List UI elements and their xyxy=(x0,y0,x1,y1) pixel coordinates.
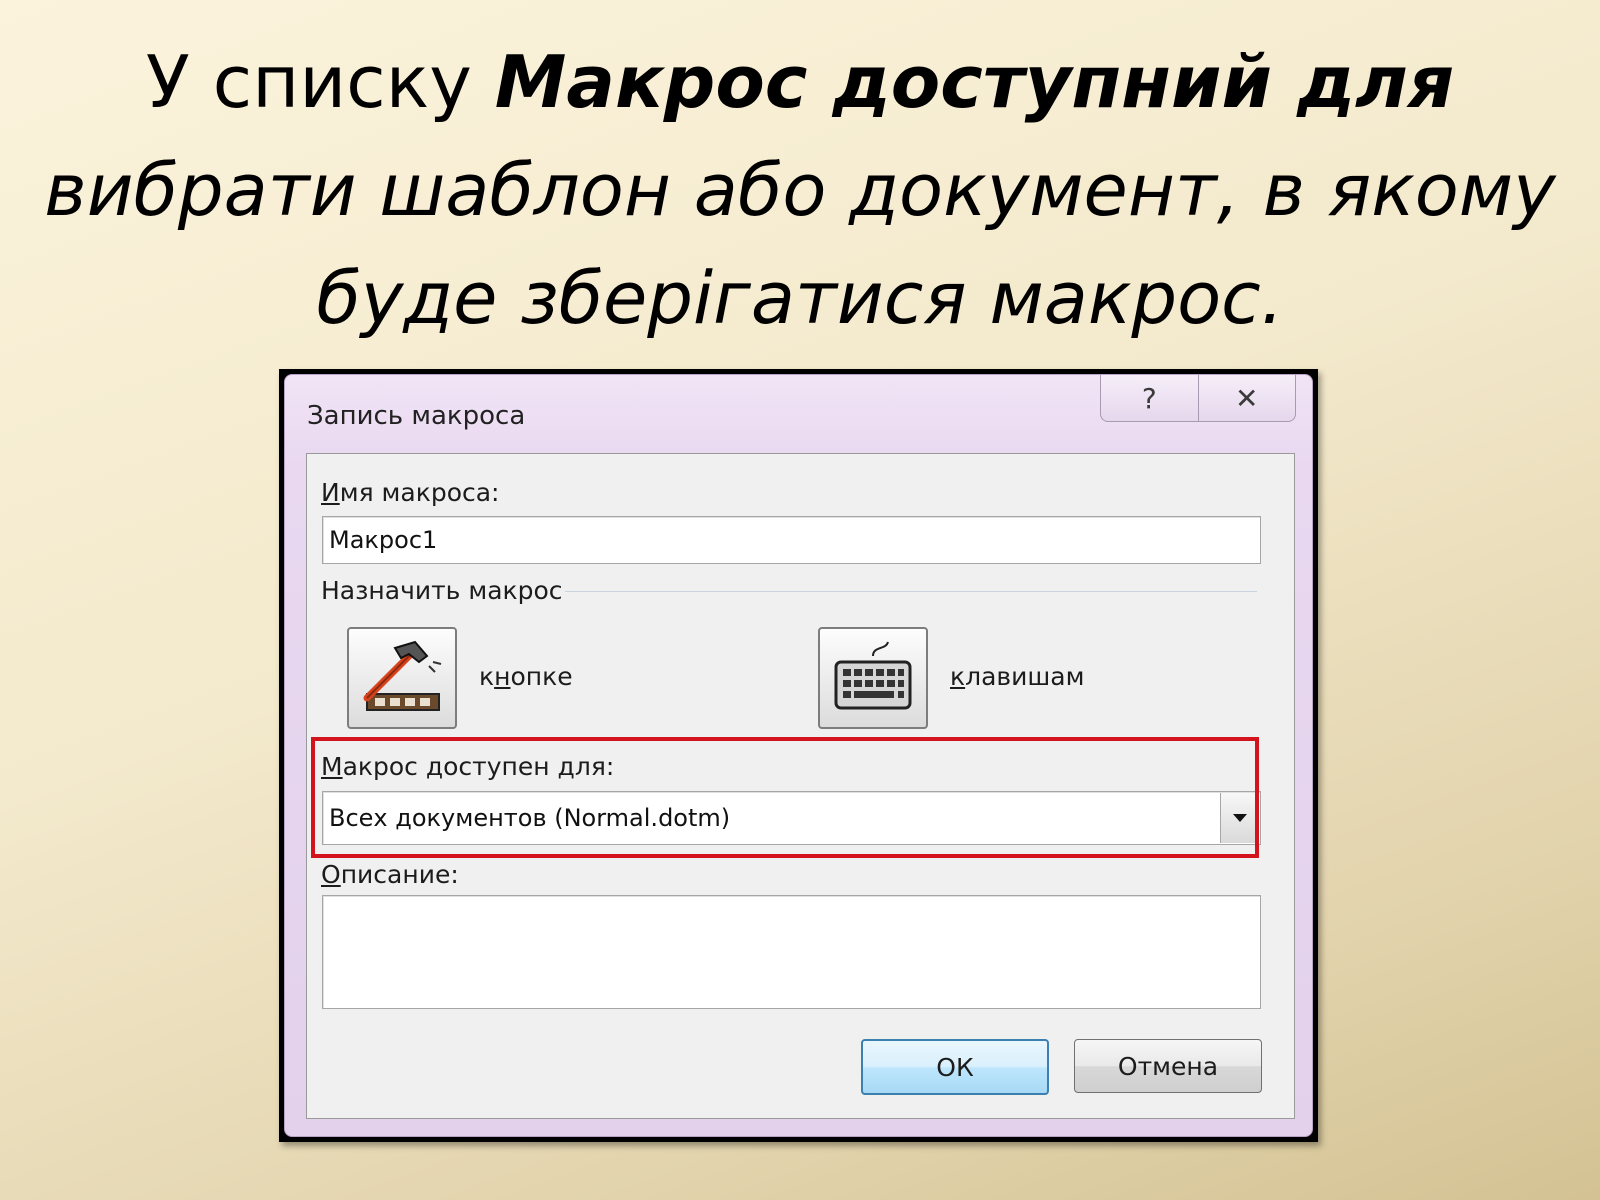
access-key: О xyxy=(321,860,341,889)
caption-text-bold: Макрос доступний для xyxy=(494,40,1455,124)
dialog-body: Имя макроса: Макрос1 Назначить макрос кн… xyxy=(306,453,1295,1119)
caption-line-3: буде зберігатися макрос. xyxy=(316,256,1284,340)
ok-button[interactable]: ОК xyxy=(861,1039,1049,1095)
title-bar-controls: ? ✕ xyxy=(1100,375,1296,422)
caption-line-2: вибрати шаблон або документ, в якому xyxy=(44,148,1556,232)
macro-name-input[interactable]: Макрос1 xyxy=(322,516,1261,564)
label-text: мя макроса: xyxy=(339,478,500,507)
hammer-icon xyxy=(363,640,442,711)
assign-to-button-button[interactable] xyxy=(347,627,457,729)
assign-macro-heading: Назначить макрос xyxy=(321,576,563,605)
highlight-box xyxy=(311,737,1259,858)
close-icon: ✕ xyxy=(1235,381,1259,415)
help-icon: ? xyxy=(1141,381,1157,415)
label-text: к xyxy=(479,662,495,691)
close-button[interactable]: ✕ xyxy=(1197,375,1296,421)
macro-name-label: Имя макроса: xyxy=(321,478,499,507)
description-textarea[interactable] xyxy=(322,895,1261,1009)
screenshot-frame: Запись макроса ? ✕ Имя макроса: Макрос1 … xyxy=(279,369,1318,1142)
label-text: писание: xyxy=(340,860,459,889)
caption-line-1: У списку Макрос доступний для xyxy=(0,28,1600,136)
help-button[interactable]: ? xyxy=(1101,375,1198,421)
access-key: И xyxy=(321,478,340,507)
keyboard-icon xyxy=(834,641,912,710)
assign-to-keyboard-button[interactable] xyxy=(818,627,928,729)
macro-name-value: Макрос1 xyxy=(329,526,438,554)
record-macro-dialog: Запись макроса ? ✕ Имя макроса: Макрос1 … xyxy=(284,374,1313,1137)
caption-text-plain: У списку xyxy=(145,40,495,124)
dialog-title: Запись макроса xyxy=(307,401,526,431)
group-separator xyxy=(565,591,1257,592)
cancel-button[interactable]: Отмена xyxy=(1074,1039,1262,1093)
access-key: к xyxy=(950,662,966,691)
assign-to-button-label: кнопке xyxy=(479,662,573,691)
label-text: опке xyxy=(510,662,573,691)
label-text: лавишам xyxy=(965,662,1085,691)
assign-to-keyboard-label: клавишам xyxy=(950,662,1084,691)
access-key: н xyxy=(494,662,511,691)
description-label: Описание: xyxy=(321,860,459,889)
slide-caption: У списку Макрос доступний для вибрати ша… xyxy=(0,28,1600,352)
